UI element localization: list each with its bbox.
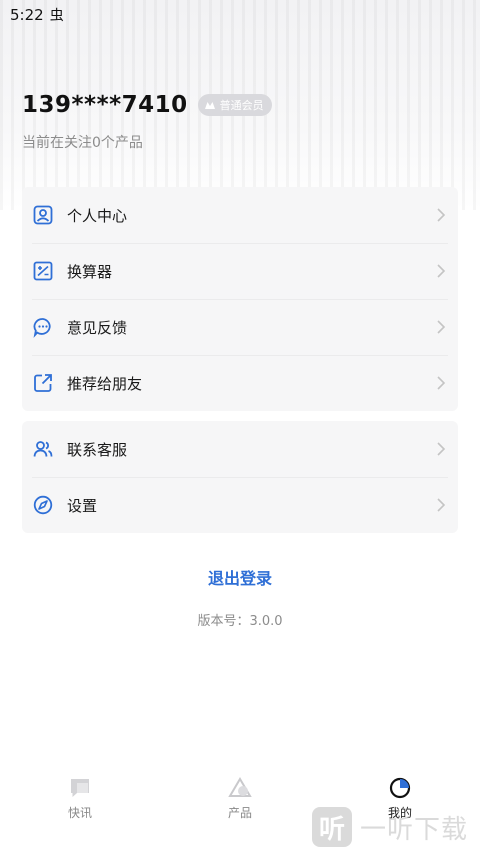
menu-card-support: 联系客服 设置 [22, 421, 458, 533]
me-icon [389, 777, 411, 799]
menu-item-converter[interactable]: 换算器 [22, 243, 458, 299]
notification-icon: 虫 [49, 8, 64, 24]
chevron-right-icon [437, 498, 446, 512]
feedback-chat-icon [33, 318, 51, 338]
user-phone: 139****7410 [22, 92, 188, 118]
member-badge: 普通会员 [197, 94, 272, 116]
watermark-text: 一听下载 [360, 814, 469, 845]
tab-news[interactable]: 快讯 [0, 768, 160, 828]
news-icon [71, 779, 89, 797]
crown-icon [204, 102, 215, 109]
tab-label: 产品 [227, 806, 252, 820]
settings-icon [33, 495, 53, 515]
menu-label: 设置 [67, 496, 98, 515]
menu-label: 联系客服 [67, 440, 128, 459]
menu-label: 意见反馈 [67, 318, 128, 337]
menu-card-main: 个人中心 换算器 意见反馈 推荐给朋友 [22, 187, 458, 411]
menu-item-feedback[interactable]: 意见反馈 [22, 299, 458, 355]
chevron-right-icon [437, 320, 446, 334]
calculator-icon [33, 261, 53, 281]
menu-item-customer-service[interactable]: 联系客服 [22, 421, 458, 477]
menu-label: 换算器 [67, 262, 113, 281]
follow-count-text: 当前在关注0个产品 [22, 135, 143, 151]
chevron-right-icon [437, 264, 446, 278]
share-external-icon [34, 374, 52, 392]
tab-products[interactable]: 产品 [160, 768, 320, 828]
menu-label: 个人中心 [67, 206, 128, 225]
product-icon [228, 777, 252, 797]
status-time: 5:22 [10, 6, 44, 24]
customer-service-icon [33, 441, 53, 457]
chevron-right-icon [437, 376, 446, 390]
version-text: 版本号：3.0.0 [197, 614, 283, 629]
status-bar: 5:22 虫 [0, 0, 480, 30]
menu-item-recommend[interactable]: 推荐给朋友 [22, 355, 458, 411]
tab-label: 快讯 [67, 806, 92, 820]
menu-label: 推荐给朋友 [67, 374, 143, 393]
member-badge-label: 普通会员 [219, 99, 264, 112]
chevron-right-icon [437, 208, 446, 222]
user-profile-icon [33, 205, 53, 225]
menu-item-settings[interactable]: 设置 [22, 477, 458, 533]
watermark-logo: 听 [312, 807, 352, 847]
profile-header: 139****7410 普通会员 当前在关注0个产品 [22, 92, 462, 152]
menu-item-personal-center[interactable]: 个人中心 [22, 187, 458, 243]
chevron-right-icon [437, 442, 446, 456]
logout-button[interactable]: 退出登录 [0, 565, 480, 589]
watermark: 听 一听下载 [312, 803, 474, 851]
